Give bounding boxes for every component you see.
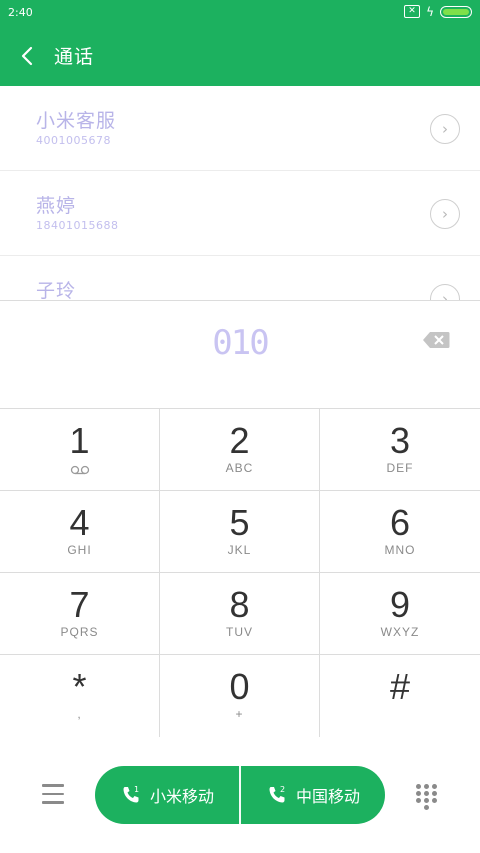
list-item[interactable]: 子玲 › — [0, 256, 480, 300]
key-2[interactable]: 2 ABC — [160, 409, 320, 491]
key-digit: 8 — [229, 584, 250, 625]
svg-text:2: 2 — [280, 785, 285, 794]
voicemail-icon — [70, 465, 89, 475]
dialed-number: 010 — [212, 323, 269, 363]
key-hash[interactable]: # — [320, 655, 480, 737]
keypad: 1 2 ABC 3 DEF 4 GHI 5 JKL 6 MNO 7 PQRS 8… — [0, 408, 480, 739]
phone-sim1-icon: 1 — [123, 785, 139, 803]
contact-name: 小米客服 — [36, 110, 117, 132]
contact-suggestion-list: 小米客服 4001005678 › 燕婷 18401015688 › 子玲 › — [0, 86, 480, 300]
contact-number: 4001005678 — [36, 134, 111, 147]
svg-text:1: 1 — [134, 785, 139, 794]
divider — [239, 766, 241, 824]
key-digit: 0 — [229, 666, 250, 707]
key-letters: JKL — [227, 543, 252, 557]
dialpad-toggle-icon[interactable] — [416, 784, 438, 810]
key-letters: DEF — [386, 461, 414, 475]
key-8[interactable]: 8 TUV — [160, 573, 320, 655]
key-letters: WXYZ — [380, 625, 420, 639]
chevron-left-icon[interactable] — [16, 42, 40, 70]
phone-sim2-icon: 2 — [269, 785, 285, 803]
key-digit: * — [72, 666, 87, 707]
menu-icon[interactable] — [42, 784, 64, 804]
chevron-right-icon[interactable]: › — [430, 284, 460, 300]
key-letters: MNO — [384, 543, 416, 557]
contact-name: 子玲 — [36, 280, 77, 300]
bottom-bar: 1 小米移动 2 中国移动 — [0, 738, 480, 853]
call-sim1-button[interactable]: 1 小米移动 — [95, 766, 239, 824]
key-digit: 9 — [389, 584, 411, 625]
status-bar: 2:40 ✕ ϟ — [0, 0, 480, 26]
status-time: 2:40 — [8, 6, 33, 19]
key-digit: # — [389, 666, 411, 707]
key-star[interactable]: * , — [0, 655, 160, 737]
key-9[interactable]: 9 WXYZ — [320, 573, 480, 655]
contact-name: 燕婷 — [36, 195, 77, 217]
chevron-right-icon[interactable]: › — [430, 114, 460, 144]
key-letters: PQRS — [60, 625, 99, 639]
call-buttons: 1 小米移动 2 中国移动 — [95, 766, 385, 824]
key-letters: ABC — [225, 461, 254, 475]
sim2-label: 中国移动 — [295, 787, 360, 806]
key-digit: 4 — [69, 502, 90, 543]
no-sim-icon: ✕ — [404, 5, 421, 18]
chevron-right-icon[interactable]: › — [430, 199, 460, 229]
key-digit: 5 — [229, 502, 250, 543]
key-3[interactable]: 3 DEF — [320, 409, 480, 491]
key-6[interactable]: 6 MNO — [320, 491, 480, 573]
call-sim2-button[interactable]: 2 中国移动 — [241, 766, 385, 824]
key-digit: 3 — [389, 420, 411, 461]
charging-icon: ϟ — [426, 4, 434, 19]
key-letters: TUV — [226, 625, 253, 639]
key-0[interactable]: 0 + — [160, 655, 320, 737]
list-item[interactable]: 小米客服 4001005678 › — [0, 86, 480, 171]
key-letters: , — [77, 707, 82, 721]
key-7[interactable]: 7 PQRS — [0, 573, 160, 655]
key-1[interactable]: 1 — [0, 409, 160, 491]
key-letters: GHI — [67, 543, 92, 557]
dial-display: 010 — [0, 301, 480, 408]
status-icons: ✕ ϟ — [404, 5, 472, 18]
key-4[interactable]: 4 GHI — [0, 491, 160, 573]
key-digit: 6 — [389, 502, 411, 543]
page-title: 通话 — [54, 46, 95, 68]
key-digit: 2 — [229, 420, 250, 461]
list-item[interactable]: 燕婷 18401015688 › — [0, 171, 480, 256]
contact-number: 18401015688 — [36, 219, 119, 232]
key-5[interactable]: 5 JKL — [160, 491, 320, 573]
key-digit: 7 — [69, 584, 90, 625]
battery-icon — [440, 5, 472, 18]
backspace-icon[interactable] — [422, 331, 450, 349]
key-digit: 1 — [69, 420, 90, 461]
app-header: 通话 — [0, 26, 480, 86]
sim1-label: 小米移动 — [149, 787, 214, 806]
key-letters: + — [235, 707, 244, 721]
